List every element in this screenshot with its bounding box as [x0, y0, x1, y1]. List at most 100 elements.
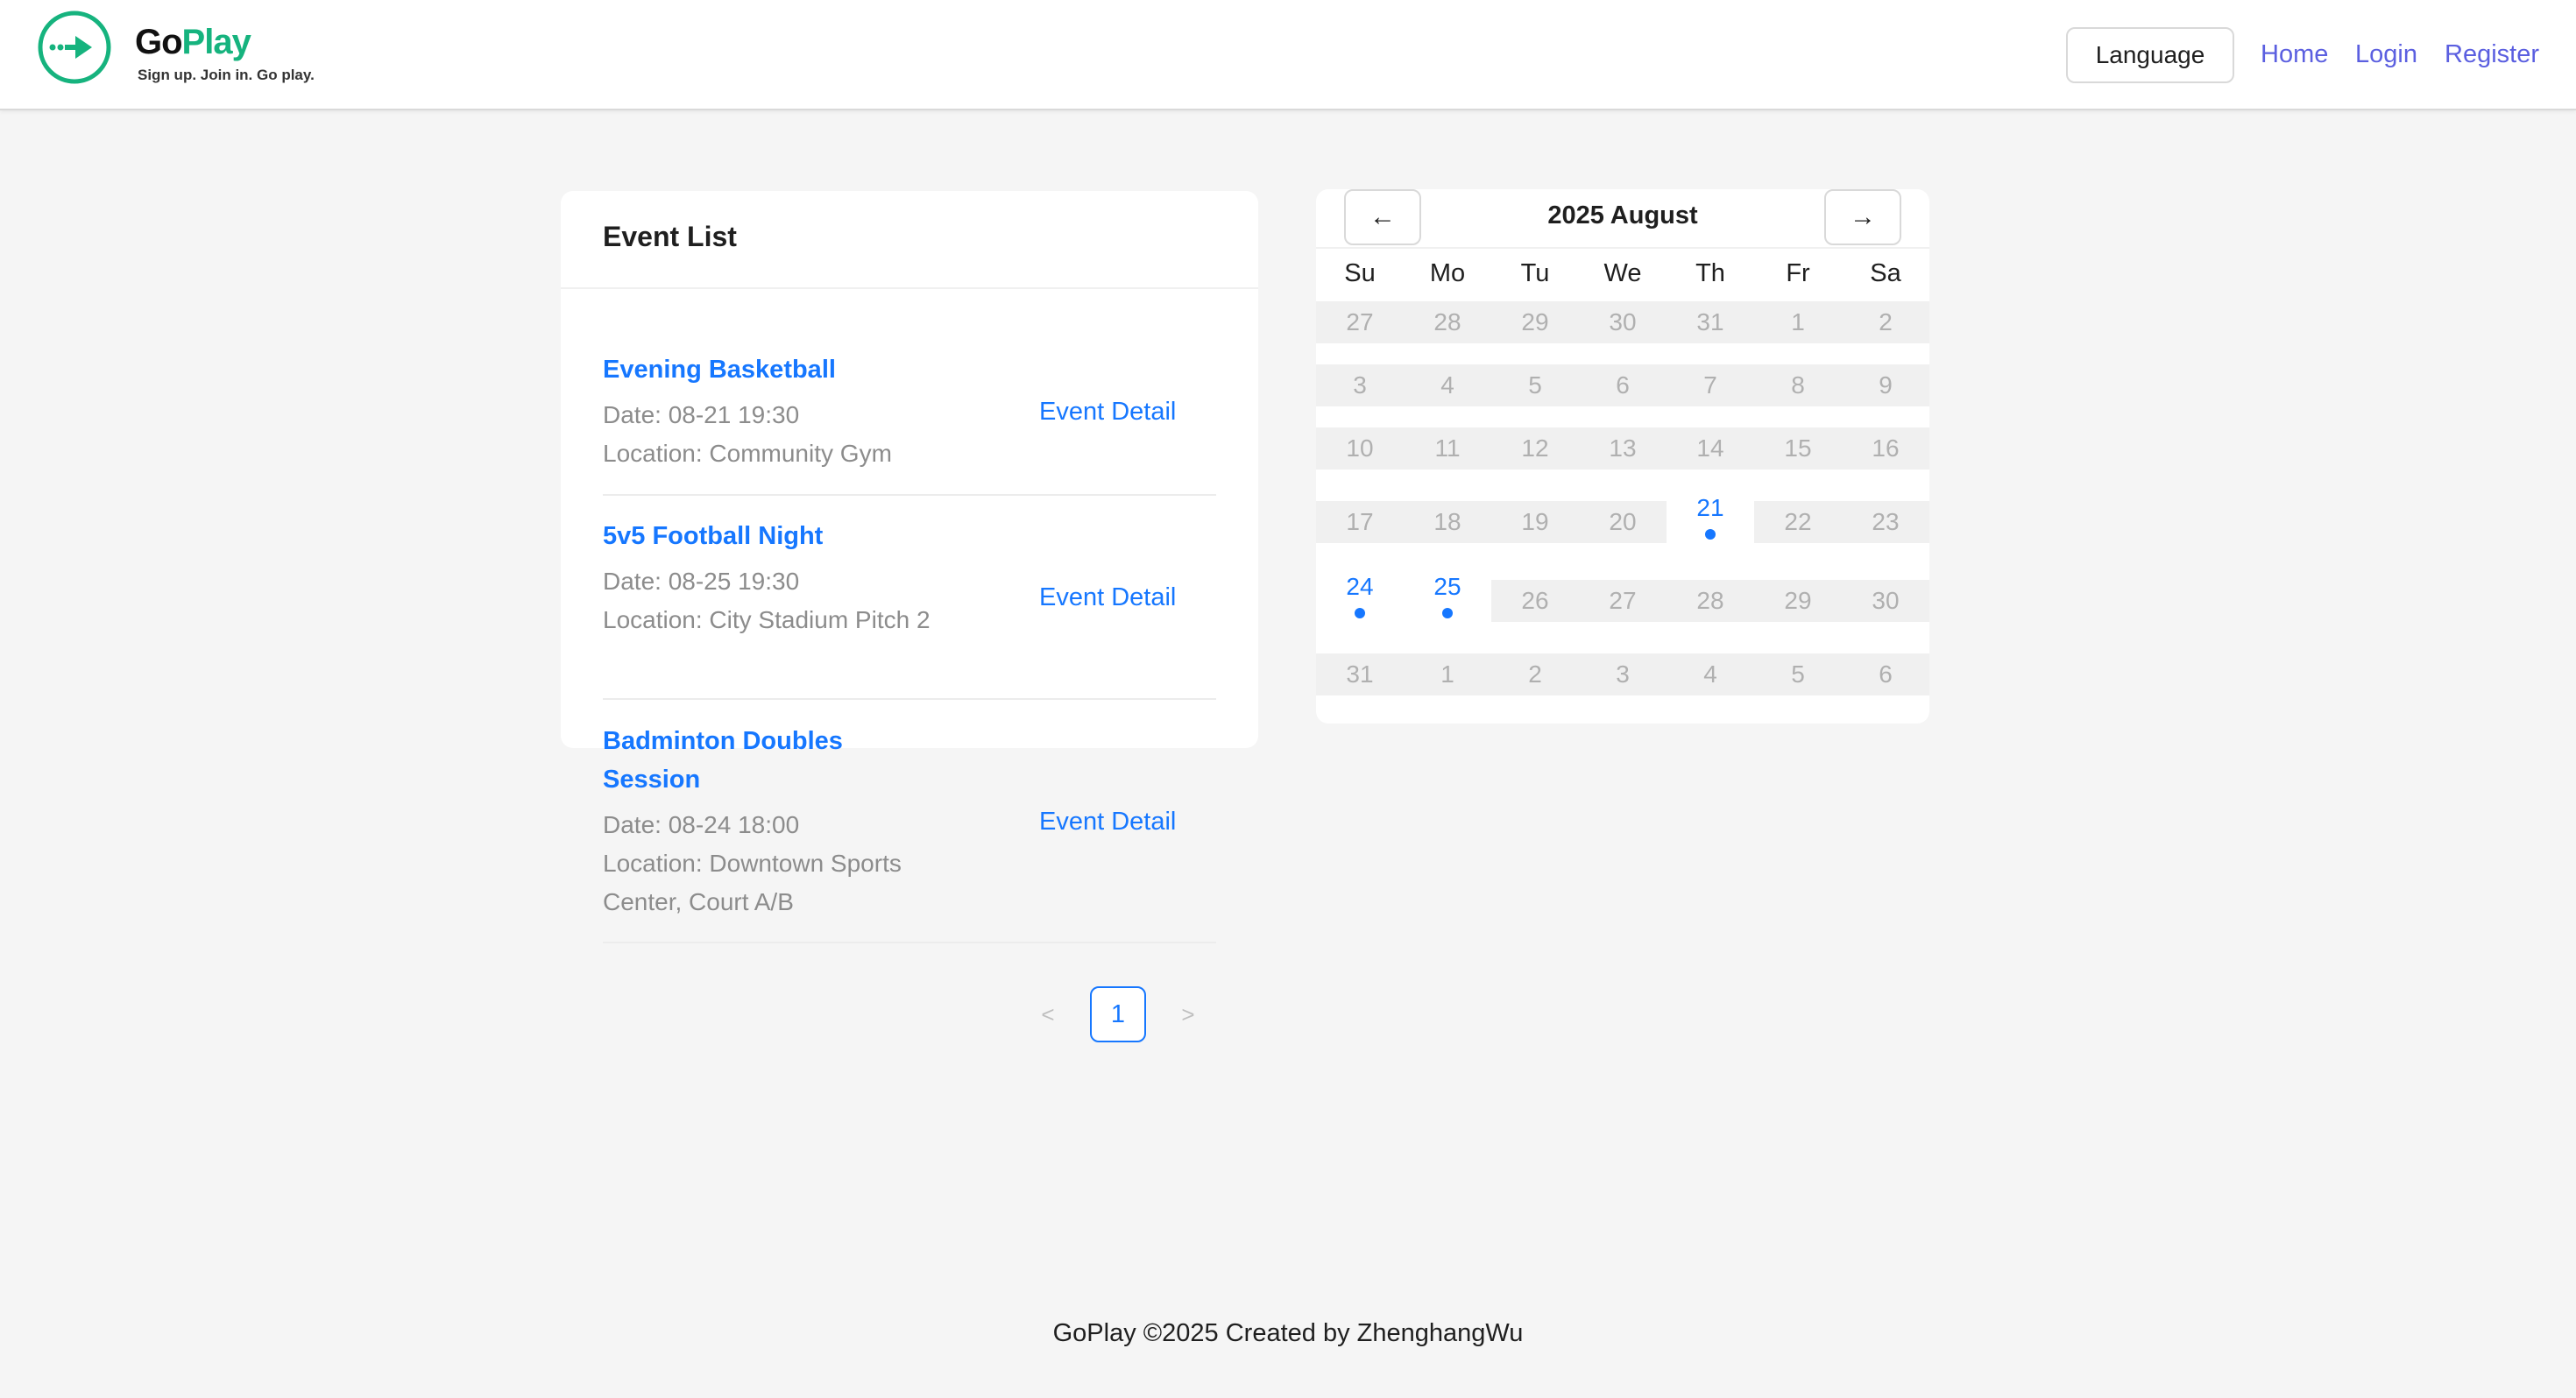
event-dot-icon: [1705, 529, 1716, 540]
calendar-day-number: 26: [1521, 587, 1549, 614]
event-detail-link[interactable]: Event Detail: [1039, 582, 1176, 613]
event-date: Date: 08-24 18:00: [603, 811, 800, 838]
nav-home-link[interactable]: Home: [2261, 39, 2328, 70]
language-button[interactable]: Language: [2066, 27, 2234, 83]
calendar-day-cell[interactable]: 10: [1316, 427, 1404, 470]
logo-play: Play: [181, 23, 251, 61]
calendar-weekday-label: Su: [1344, 259, 1376, 287]
calendar-day-cell[interactable]: 1: [1754, 301, 1842, 343]
calendar-day-cell[interactable]: 26: [1491, 580, 1579, 622]
calendar-day-number: 1: [1791, 308, 1805, 335]
calendar-day-number: 18: [1433, 508, 1461, 535]
calendar-day-cell[interactable]: 17: [1316, 501, 1404, 543]
calendar-day-cell[interactable]: 23: [1842, 501, 1929, 543]
nav-login-link[interactable]: Login: [2355, 39, 2417, 70]
nav-register-link[interactable]: Register: [2445, 39, 2539, 70]
calendar-day-cell[interactable]: 19: [1491, 501, 1579, 543]
logo-wordmark[interactable]: GoPlay: [135, 25, 251, 60]
calendar-day-cell[interactable]: 6: [1842, 653, 1929, 695]
calendar-day-cell[interactable]: 11: [1404, 427, 1491, 470]
calendar-day-number: 2: [1879, 308, 1893, 335]
calendar-weekday-label: Sa: [1870, 259, 1901, 287]
calendar-day-cell[interactable]: 8: [1754, 364, 1842, 406]
calendar-day-cell[interactable]: 12: [1491, 427, 1579, 470]
calendar-day-cell[interactable]: 3: [1316, 364, 1404, 406]
calendar-day-cell[interactable]: 4: [1667, 653, 1754, 695]
calendar-day-cell[interactable]: 4: [1404, 364, 1491, 406]
logo-arrow-icon[interactable]: [37, 10, 112, 85]
calendar-day-number: 1: [1440, 660, 1454, 688]
calendar-day-cell[interactable]: 18: [1404, 501, 1491, 543]
arrow-right-icon: →: [1850, 202, 1876, 231]
calendar-day-number: 6: [1879, 660, 1893, 688]
calendar-day-cell[interactable]: 3: [1579, 653, 1667, 695]
pagination-page-1[interactable]: 1: [1090, 986, 1146, 1042]
event-detail-link[interactable]: Event Detail: [1039, 806, 1176, 837]
calendar-day-cell[interactable]: 29: [1754, 580, 1842, 622]
calendar-day-cell[interactable]: 30: [1842, 580, 1929, 622]
calendar-day-number: 24: [1346, 573, 1374, 600]
event-title[interactable]: Badminton Doubles Session: [603, 722, 866, 799]
calendar-day-cell[interactable]: 16: [1842, 427, 1929, 470]
calendar-day-number: 4: [1440, 371, 1454, 399]
calendar-day-cell[interactable]: 5: [1754, 653, 1842, 695]
calendar-day-cell[interactable]: 2: [1491, 653, 1579, 695]
calendar-day-number: 12: [1521, 434, 1549, 462]
event-separator: [603, 494, 1216, 496]
calendar-day-number: 31: [1696, 308, 1724, 335]
calendar-day-cell[interactable]: 31: [1316, 653, 1404, 695]
calendar-day-number: 20: [1609, 508, 1637, 535]
calendar-day-cell-with-event[interactable]: 21: [1667, 489, 1754, 555]
calendar-day-cell[interactable]: 15: [1754, 427, 1842, 470]
calendar-day-cell[interactable]: 14: [1667, 427, 1754, 470]
calendar-day-cell[interactable]: 31: [1667, 301, 1754, 343]
calendar-day-number: 15: [1784, 434, 1812, 462]
calendar-day-number: 19: [1521, 508, 1549, 535]
calendar-day-number: 9: [1879, 371, 1893, 399]
calendar-day-cell[interactable]: 5: [1491, 364, 1579, 406]
event-detail-link[interactable]: Event Detail: [1039, 396, 1176, 427]
calendar-day-cell[interactable]: 22: [1754, 501, 1842, 543]
calendar-day-number: 8: [1791, 371, 1805, 399]
pagination-next-button[interactable]: >: [1172, 999, 1204, 1030]
card-divider: [561, 287, 1258, 289]
calendar-day-cell[interactable]: 9: [1842, 364, 1929, 406]
arrow-left-icon: ←: [1369, 202, 1396, 231]
calendar-day-cell[interactable]: 28: [1404, 301, 1491, 343]
calendar-day-cell-with-event[interactable]: 24: [1316, 568, 1404, 634]
calendar-day-cell-with-event[interactable]: 25: [1404, 568, 1491, 634]
calendar-day-number: 7: [1703, 371, 1717, 399]
calendar-day-number: 4: [1703, 660, 1717, 688]
calendar-day-number: 21: [1696, 494, 1724, 521]
calendar-day-number: 30: [1872, 587, 1900, 614]
calendar-day-number: 16: [1872, 434, 1900, 462]
calendar-day-number: 28: [1696, 587, 1724, 614]
calendar-day-cell[interactable]: 29: [1491, 301, 1579, 343]
calendar-day-cell[interactable]: 27: [1316, 301, 1404, 343]
calendar-header-divider: [1316, 247, 1929, 249]
calendar-day-cell[interactable]: 30: [1579, 301, 1667, 343]
calendar-day-cell[interactable]: 2: [1842, 301, 1929, 343]
calendar-day-number: 31: [1346, 660, 1374, 688]
event-title[interactable]: 5v5 Football Night: [603, 517, 1216, 555]
calendar-day-number: 2: [1528, 660, 1542, 688]
calendar-next-month-button[interactable]: →: [1824, 189, 1901, 245]
event-item: 5v5 Football Night Date: 08-25 19:30 Loc…: [603, 517, 1216, 639]
pagination-prev-button[interactable]: <: [1032, 999, 1064, 1030]
top-header: GoPlay Sign up. Join in. Go play. Langua…: [0, 0, 2576, 110]
calendar-prev-month-button[interactable]: ←: [1344, 189, 1421, 245]
event-location: Location: Community Gym: [603, 440, 892, 467]
calendar-day-cell[interactable]: 13: [1579, 427, 1667, 470]
event-title[interactable]: Evening Basketball: [603, 350, 1216, 389]
calendar-day-cell[interactable]: 7: [1667, 364, 1754, 406]
calendar-day-number: 3: [1616, 660, 1630, 688]
event-dot-icon: [1355, 608, 1365, 618]
calendar-day-number: 5: [1791, 660, 1805, 688]
calendar-day-cell[interactable]: 6: [1579, 364, 1667, 406]
calendar-day-cell[interactable]: 27: [1579, 580, 1667, 622]
calendar-weekday-label: We: [1603, 259, 1642, 287]
calendar-day-cell[interactable]: 28: [1667, 580, 1754, 622]
calendar-day-cell[interactable]: 20: [1579, 501, 1667, 543]
calendar-day-cell[interactable]: 1: [1404, 653, 1491, 695]
calendar-day-number: 29: [1784, 587, 1812, 614]
